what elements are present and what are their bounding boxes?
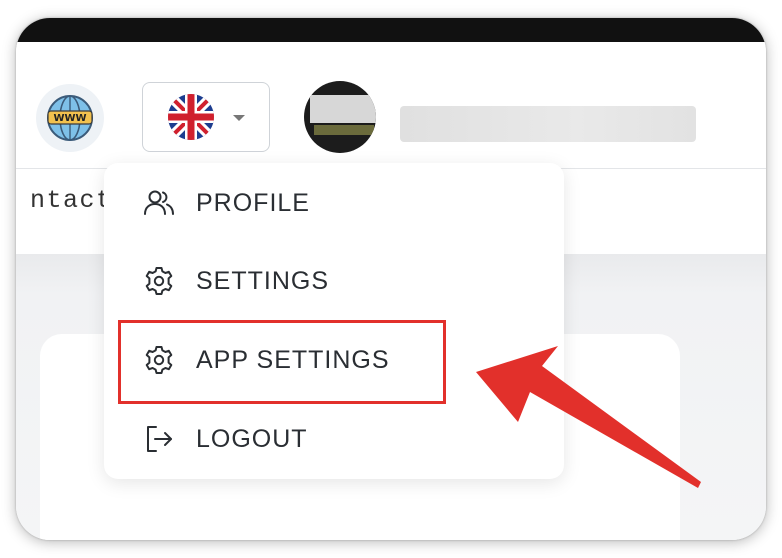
menu-item-profile[interactable]: PROFILE	[104, 173, 564, 233]
language-select[interactable]	[142, 82, 270, 152]
menu-item-label: SETTINGS	[196, 266, 330, 295]
avatar-blur-lower	[314, 125, 374, 135]
user-avatar[interactable]	[304, 81, 376, 153]
app-header: WWW	[16, 42, 766, 169]
user-name-redacted[interactable]	[400, 106, 696, 142]
menu-item-label: PROFILE	[196, 188, 310, 217]
chevron-down-icon	[233, 115, 245, 121]
nav-contact-link[interactable]: ntact	[30, 186, 113, 215]
users-icon	[144, 190, 174, 215]
www-globe-icon[interactable]: WWW	[36, 84, 104, 152]
svg-text:WWW: WWW	[53, 113, 86, 124]
red-arrow-annotation	[476, 346, 701, 488]
top-bar	[16, 18, 766, 42]
logout-icon	[147, 426, 172, 452]
menu-item-settings[interactable]: SETTINGS	[104, 251, 564, 311]
screenshot-frame: WWW ntact PROFILE SETTINGS APP SETTINGS …	[16, 18, 766, 540]
app-settings-highlight-box	[118, 320, 446, 404]
menu-item-label: LOGOUT	[196, 424, 308, 453]
gear-icon	[145, 267, 173, 295]
avatar-blur	[310, 95, 376, 123]
uk-flag-icon	[168, 94, 214, 140]
